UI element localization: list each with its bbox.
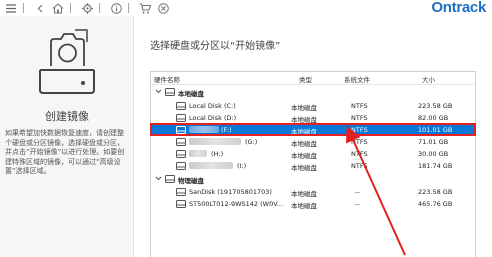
row-size: 181.74 GB <box>418 161 453 170</box>
toolbar-divider <box>23 3 24 13</box>
row-type: 本地磁盘 <box>291 139 317 148</box>
row-filesystem: NTFS <box>351 101 368 110</box>
row-type: 本地磁盘 <box>291 163 317 172</box>
left-panel-title: 创建镜像 <box>45 110 89 123</box>
group-row-physical[interactable]: 物理磁盘 <box>151 173 475 185</box>
ontrack-logo: Ontrack <box>431 0 486 16</box>
help-icon[interactable] <box>156 1 170 15</box>
toolbar-divider <box>99 3 100 13</box>
column-header-name[interactable]: 硬件名称 <box>154 74 180 84</box>
group-row-local[interactable]: 本地磁盘 <box>151 86 475 98</box>
table-row[interactable]: Local Disk (C:) 本地磁盘 NTFS 223.58 GB <box>151 100 475 112</box>
disk-icon <box>176 161 186 170</box>
redacted-label <box>189 138 241 145</box>
cart-icon[interactable] <box>138 1 152 15</box>
redacted-label <box>189 126 219 133</box>
chevron-down-icon[interactable] <box>155 175 162 182</box>
row-size: 223.58 GB <box>418 187 453 196</box>
row-type: 本地磁盘 <box>291 127 317 136</box>
hard-drive-icon <box>37 26 97 102</box>
row-size: 71.01 GB <box>418 137 449 146</box>
row-name: ST500LT012-9WS142 (W0V... <box>189 199 284 208</box>
row-name: (H:) <box>211 149 224 158</box>
row-filesystem: NTFS <box>351 125 368 134</box>
table-header: 硬件名称 类型 系统文件 大小 <box>151 72 475 85</box>
row-name: (F:) <box>221 125 232 134</box>
row-size: 101.01 GB <box>418 125 453 134</box>
back-icon[interactable] <box>33 1 47 15</box>
column-header-filesystem[interactable]: 系统文件 <box>344 74 370 84</box>
row-type: 本地磁盘 <box>291 115 317 124</box>
table-row[interactable]: SanDisk (191705801703) 本地磁盘 -- 223.58 GB <box>151 186 475 198</box>
settings-icon[interactable] <box>80 1 94 15</box>
table-row[interactable]: Local Disk (D:) 本地磁盘 NTFS 82.00 GB <box>151 112 475 124</box>
row-name: SanDisk (191705801703) <box>189 187 272 196</box>
column-header-type[interactable]: 类型 <box>299 74 312 84</box>
row-name: (G:) <box>245 137 258 146</box>
row-size: 465.76 GB <box>418 199 453 208</box>
toolbar-divider <box>128 3 129 13</box>
group-label: 物理磁盘 <box>178 176 204 185</box>
column-header-size[interactable]: 大小 <box>422 74 435 84</box>
row-size: 82.00 GB <box>418 113 449 122</box>
toolbar: Ontrack <box>0 0 492 16</box>
chevron-down-icon[interactable] <box>155 88 162 95</box>
table-row[interactable]: (H:) 本地磁盘 NTFS 30.00 GB <box>151 148 475 160</box>
row-size: 30.00 GB <box>418 149 449 158</box>
row-type: 本地磁盘 <box>291 103 317 112</box>
row-type: 本地磁盘 <box>291 151 317 160</box>
left-panel: 创建镜像 如果希望加快数据恢复速度，请创建整个硬盘或分区镜像，选择硬盘或分区，并… <box>0 16 134 257</box>
row-filesystem: -- <box>355 187 360 196</box>
row-filesystem: NTFS <box>351 137 368 146</box>
row-name: (I:) <box>237 161 247 170</box>
table-row-selected[interactable]: (F:) 本地磁盘 NTFS 101.01 GB <box>151 124 475 136</box>
redacted-label <box>189 150 207 157</box>
disk-icon <box>176 187 186 196</box>
drive-table: 硬件名称 类型 系统文件 大小 本地磁盘 Local Disk (C:) 本地磁… <box>150 71 476 257</box>
table-row[interactable]: ST500LT012-9WS142 (W0V... 本地磁盘 -- 465.76… <box>151 198 475 210</box>
row-name: Local Disk (C:) <box>189 101 236 110</box>
row-name: Local Disk (D:) <box>189 113 237 122</box>
left-panel-description: 如果希望加快数据恢复速度，请创建整个硬盘或分区镜像，选择硬盘或分区，并点击“开始… <box>5 129 125 176</box>
disk-icon <box>165 87 175 96</box>
page-prompt: 选择硬盘或分区以“开始镜像” <box>150 41 281 52</box>
info-icon[interactable] <box>109 1 123 15</box>
row-filesystem: NTFS <box>351 161 368 170</box>
disk-icon <box>176 199 186 208</box>
row-size: 223.58 GB <box>418 101 453 110</box>
table-row[interactable]: (I:) 本地磁盘 NTFS 181.74 GB <box>151 160 475 172</box>
row-type: 本地磁盘 <box>291 189 317 198</box>
row-type: 本地磁盘 <box>291 201 317 210</box>
disk-icon <box>176 125 186 134</box>
row-filesystem: NTFS <box>351 149 368 158</box>
table-row[interactable]: (G:) 本地磁盘 NTFS 71.01 GB <box>151 136 475 148</box>
disk-icon <box>176 101 186 110</box>
redacted-label <box>189 162 233 169</box>
disk-icon <box>165 174 175 183</box>
toolbar-divider <box>70 3 71 13</box>
home-icon[interactable] <box>51 1 65 15</box>
disk-icon <box>176 137 186 146</box>
group-label: 本地磁盘 <box>178 89 204 98</box>
disk-icon <box>176 113 186 122</box>
row-filesystem: -- <box>355 199 360 208</box>
menu-icon[interactable] <box>4 1 18 15</box>
row-filesystem: NTFS <box>351 113 368 122</box>
disk-icon <box>176 149 186 158</box>
